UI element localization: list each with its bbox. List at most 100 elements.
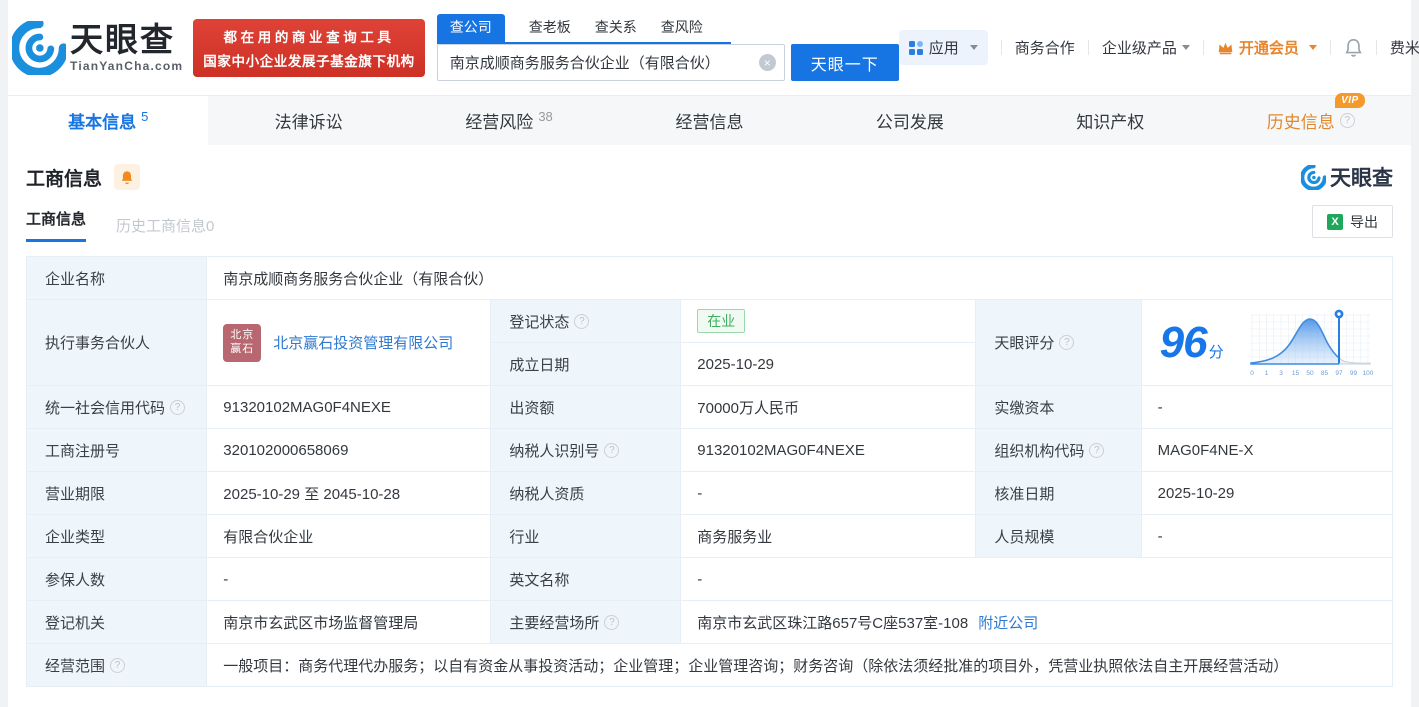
help-icon[interactable] xyxy=(574,313,590,329)
staff-size-value: - xyxy=(1140,514,1394,558)
score-number: 96 分 xyxy=(1159,317,1224,367)
nearby-companies-link[interactable]: 附近公司 xyxy=(978,612,1038,633)
tab-legal-lawsuits[interactable]: 法律诉讼 xyxy=(208,96,408,145)
page: 天眼查 TianYanCha.com 都在用的商业查询工具 国家中小企业发展子基… xyxy=(8,0,1419,707)
subtab-business-info[interactable]: 工商信息 xyxy=(26,208,87,242)
tab-intellectual-property[interactable]: 知识产权 xyxy=(1010,96,1210,145)
company-tabs: 基本信息 5 法律诉讼 经营风险 38 经营信息 公司发展 知识产权 历史信息 VI… xyxy=(8,93,1411,145)
main-content: 工商信息 天眼查 工商信息 历史工商信息0 导出 xyxy=(8,145,1411,687)
help-icon[interactable] xyxy=(1089,442,1105,458)
search-input[interactable] xyxy=(436,44,785,81)
chevron-down-icon xyxy=(969,45,978,50)
tab-operation-risk[interactable]: 经营风险 38 xyxy=(409,96,609,145)
svg-text:15: 15 xyxy=(1292,370,1300,377)
vip-badge: VIP xyxy=(1335,93,1365,108)
field-label: 营业期限 xyxy=(25,471,208,515)
establish-date-value: 2025-10-29 xyxy=(680,342,977,386)
table-row: 工商注册号 320102000658069 纳税人识别号 91320102MAG… xyxy=(25,428,1394,472)
section-title: 工商信息 xyxy=(26,168,103,190)
insured-count-value: - xyxy=(206,557,492,601)
score-distribution-chart: 0 1 3 15 50 85 97 99 100 xyxy=(1250,309,1374,377)
help-icon[interactable] xyxy=(170,399,186,415)
subtab-history-business-info[interactable]: 历史工商信息0 xyxy=(116,215,214,236)
field-label: 主要经营场所 xyxy=(490,600,682,644)
apps-menu[interactable]: 应用 xyxy=(898,30,988,65)
help-icon[interactable] xyxy=(1059,335,1075,350)
logo-title: 天眼查 xyxy=(70,20,175,58)
tianyancha-logo[interactable]: 天眼查 TianYanCha.com xyxy=(12,20,183,75)
search-tab-relation[interactable]: 查关系 xyxy=(595,14,637,42)
search-tab-boss[interactable]: 查老板 xyxy=(529,14,571,42)
field-label: 组织机构代码 xyxy=(975,428,1142,472)
field-label: 执行事务合伙人 xyxy=(25,299,208,386)
nav-open-vip[interactable]: 开通会员 xyxy=(1217,37,1317,58)
help-icon[interactable] xyxy=(604,614,620,630)
field-label: 企业名称 xyxy=(25,256,208,300)
crown-icon xyxy=(1218,42,1233,55)
apps-label: 应用 xyxy=(928,40,959,57)
svg-text:50: 50 xyxy=(1306,370,1314,377)
table-row: 登记机关 南京市玄武区市场监督管理局 主要经营场所 南京市玄武区珠江路657号C… xyxy=(25,600,1393,644)
notification-bell-icon[interactable] xyxy=(1344,38,1363,58)
search-tabs: 查公司 查老板 查关系 查风险 xyxy=(436,14,731,44)
clear-icon[interactable] xyxy=(758,54,776,71)
svg-text:3: 3 xyxy=(1279,370,1283,377)
taxpayer-quality-value: - xyxy=(680,471,977,515)
help-icon[interactable] xyxy=(604,442,620,458)
field-label: 经营范围 xyxy=(25,643,208,687)
partner-value: 北京 赢石 北京赢石投资管理有限公司 xyxy=(206,299,492,386)
capital-value: 70000万人民币 xyxy=(680,385,977,429)
business-scope-value: 一般项目：商务代理代办服务；以自有资金从事投资活动；企业管理；企业管理咨询；财务… xyxy=(206,643,1393,687)
field-label: 成立日期 xyxy=(490,342,682,386)
field-label: 天眼评分 xyxy=(975,299,1142,386)
svg-text:100: 100 xyxy=(1363,370,1374,377)
table-row: 参保人数 - 英文名称 - xyxy=(25,557,1393,601)
field-label: 出资额 xyxy=(490,385,682,429)
reg-authority-value: 南京市玄武区市场监督管理局 xyxy=(206,600,492,644)
field-label: 工商注册号 xyxy=(25,428,208,472)
search-tab-company[interactable]: 查公司 xyxy=(436,14,505,42)
username: 费米 xyxy=(1389,40,1419,57)
watermark-label: 天眼查 xyxy=(1330,167,1393,190)
apps-grid-icon xyxy=(908,40,923,55)
export-button[interactable]: 导出 xyxy=(1312,205,1393,238)
field-label: 统一社会信用代码 xyxy=(25,385,208,429)
field-label: 实缴资本 xyxy=(975,385,1142,429)
field-label: 参保人数 xyxy=(25,557,208,601)
subscribe-bell-icon[interactable] xyxy=(114,164,141,190)
help-icon[interactable] xyxy=(110,657,126,673)
user-menu[interactable]: 费米 xyxy=(1390,37,1419,58)
help-icon[interactable] xyxy=(1339,113,1355,128)
field-label: 登记机关 xyxy=(25,600,208,644)
partner-company-link[interactable]: 北京赢石投资管理有限公司 xyxy=(273,332,453,353)
tab-operation-info[interactable]: 经营信息 xyxy=(609,96,809,145)
org-code-value: MAG0F4NE-X xyxy=(1140,428,1394,472)
subtabs: 工商信息 历史工商信息0 xyxy=(26,208,1393,242)
tab-company-development[interactable]: 公司发展 xyxy=(810,96,1010,145)
table-row: 统一社会信用代码 91320102MAG0F4NEXE 出资额 70000万人民… xyxy=(25,385,1394,429)
reg-number-value: 320102000658069 xyxy=(206,428,492,472)
taxpayer-id-value: 91320102MAG0F4NEXE xyxy=(680,428,977,472)
search-tab-risk[interactable]: 查风险 xyxy=(661,14,703,42)
field-label: 人员规模 xyxy=(975,514,1142,558)
nav-business-coop[interactable]: 商务合作 xyxy=(1015,37,1075,58)
header-nav: 应用 商务合作 企业级产品 开通会员 费米 xyxy=(898,30,1419,65)
tab-history-info[interactable]: 历史信息 VIP xyxy=(1211,93,1411,145)
field-label: 核准日期 xyxy=(975,471,1142,515)
company-type-value: 有限合伙企业 xyxy=(206,514,492,558)
tab-basic-info[interactable]: 基本信息 5 xyxy=(8,96,209,145)
field-label: 登记状态 xyxy=(490,299,682,343)
table-row: 经营范围 一般项目：商务代理代办服务；以自有资金从事投资活动；企业管理；企业管理… xyxy=(25,643,1393,687)
tianyancha-logo-icon xyxy=(12,20,66,75)
credit-code-value: 91320102MAG0F4NEXE xyxy=(206,385,492,429)
tab-count: 5 xyxy=(141,109,149,124)
search-button[interactable]: 天眼一下 xyxy=(790,44,899,81)
chevron-down-icon xyxy=(1181,45,1190,50)
svg-text:97: 97 xyxy=(1335,370,1343,377)
nav-enterprise-products[interactable]: 企业级产品 xyxy=(1102,37,1190,58)
excel-icon xyxy=(1327,213,1343,230)
svg-text:99: 99 xyxy=(1350,370,1358,377)
svg-text:85: 85 xyxy=(1321,370,1329,377)
score-value: 96 分 0 1 3 15 50 85 97 99 100 xyxy=(1140,299,1394,386)
chevron-down-icon xyxy=(1308,45,1317,50)
